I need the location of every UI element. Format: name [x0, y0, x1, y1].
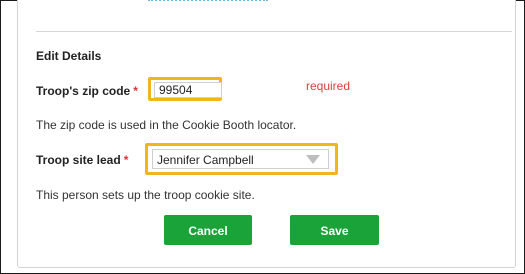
chevron-down-icon[interactable] — [306, 155, 320, 164]
zip-label: Troop's zip code * — [36, 84, 138, 98]
site-lead-label-text: Troop site lead — [36, 153, 121, 167]
site-lead-select[interactable]: Jennifer Campbell — [152, 149, 329, 169]
edit-details-panel — [17, 0, 516, 268]
zip-help-text: The zip code is used in the Cookie Booth… — [36, 118, 297, 132]
site-lead-highlight: Jennifer Campbell — [145, 143, 338, 175]
zip-field-highlight — [148, 77, 222, 101]
zip-required-star: * — [133, 84, 138, 98]
site-lead-help-text: This person sets up the troop cookie sit… — [36, 188, 255, 202]
site-lead-label: Troop site lead * — [36, 153, 128, 167]
zip-label-text: Troop's zip code — [36, 84, 131, 98]
partial-link-strip — [148, 0, 268, 5]
save-button[interactable]: Save — [290, 215, 379, 245]
window-frame: Edit Details Troop's zip code* required … — [0, 0, 525, 274]
zip-input[interactable] — [154, 82, 222, 98]
site-lead-required-star: * — [123, 153, 129, 167]
site-lead-selected-value: Jennifer Campbell — [157, 153, 254, 167]
cancel-button[interactable]: Cancel — [164, 215, 252, 245]
section-title: Edit Details — [36, 49, 102, 63]
zip-required-note: required — [306, 79, 351, 93]
section-divider — [36, 31, 512, 32]
